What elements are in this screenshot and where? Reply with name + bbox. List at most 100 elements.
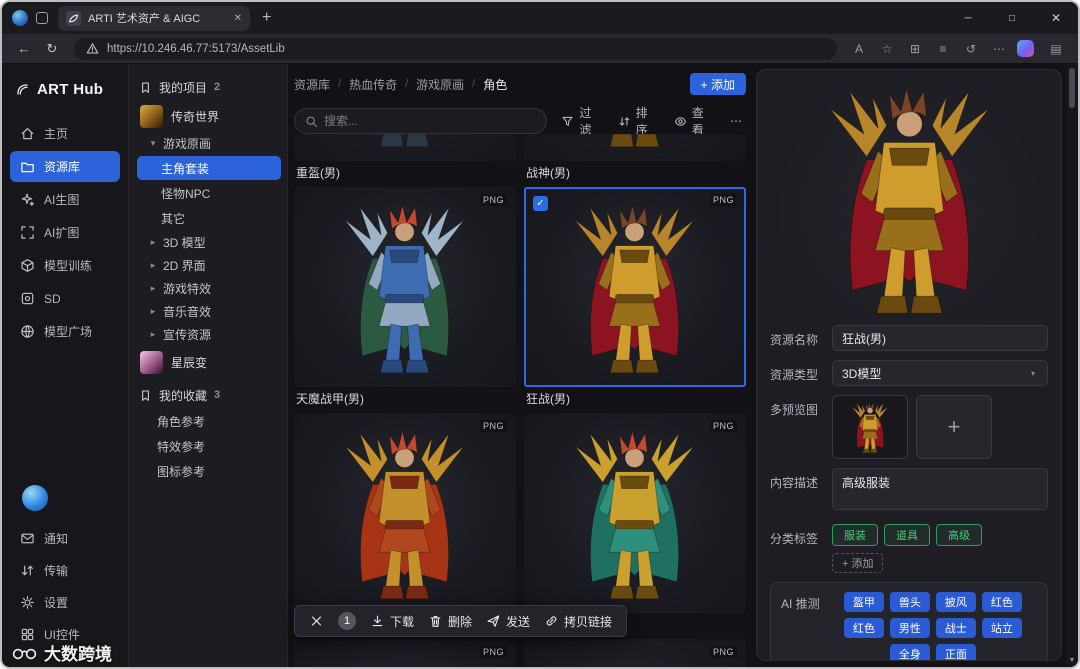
download-button[interactable]: 下载 — [370, 613, 414, 630]
sort-button[interactable]: 排序 — [618, 104, 656, 138]
ai-tag[interactable]: 站立 — [981, 618, 1022, 638]
sidebar-item-ai-image[interactable]: AI生图 — [10, 184, 120, 215]
send-button[interactable]: 发送 — [486, 613, 530, 630]
tree-item-monster-npc[interactable]: 怪物NPC — [137, 181, 281, 205]
sidebar-item-ai-expand[interactable]: AI扩图 — [10, 217, 120, 248]
sidebar-item-sd[interactable]: SD — [10, 283, 120, 314]
ai-tag[interactable]: 兽头 — [889, 592, 930, 612]
tree-item-label: 宣传资源 — [163, 328, 212, 342]
ai-tag[interactable]: 红色 — [843, 618, 884, 638]
favorite-star-icon[interactable]: ☆ — [875, 42, 899, 56]
breadcrumb-item[interactable]: 资源库 — [294, 76, 330, 93]
more-options-icon[interactable]: ⋯ — [730, 114, 742, 128]
asset-card[interactable]: PNG — [294, 413, 516, 635]
tree-group-game-fx[interactable]: ▸ 游戏特效 — [136, 277, 282, 300]
copilot-icon[interactable] — [1017, 40, 1034, 57]
ai-tag[interactable]: 正面 — [935, 644, 976, 660]
browser-tab[interactable]: ARTI 艺术资产 & AIGC ✕ — [58, 5, 250, 31]
scrollbar-thumb[interactable] — [1069, 68, 1075, 108]
tab-title: ARTI 艺术资产 & AIGC — [88, 13, 201, 25]
tree-group-2d-ui[interactable]: ▸ 2D 界面 — [136, 254, 282, 277]
sidebar-item-model-plaza[interactable]: 模型广场 — [10, 316, 120, 347]
maximize-button[interactable]: □ — [990, 2, 1034, 34]
ai-tag[interactable]: 战士 — [935, 618, 976, 638]
sidebar-item-transfer[interactable]: 传输 — [10, 555, 120, 586]
preview-thumbnail-tile[interactable] — [832, 395, 908, 459]
sidebar-item-asset-library[interactable]: 资源库 — [10, 151, 120, 182]
ai-tag[interactable]: 红色 — [981, 592, 1022, 612]
sidebar-item-ui-widgets[interactable]: UI控件 — [10, 619, 120, 650]
category-tag[interactable]: 服装 — [832, 524, 878, 546]
asset-thumbnail — [345, 430, 465, 600]
my-favorites-count: 3 — [214, 389, 221, 401]
scroll-down-arrow-icon[interactable]: ▼ — [1066, 657, 1078, 664]
page-scrollbar[interactable]: ▼ — [1066, 64, 1078, 667]
ai-tag[interactable]: 披风 — [935, 592, 976, 612]
tree-project-legend[interactable]: 传奇世界 — [136, 100, 282, 132]
read-aloud-icon[interactable]: A — [847, 42, 871, 56]
workspaces-icon[interactable] — [36, 12, 48, 24]
plus-icon: + — [947, 414, 961, 439]
category-tag[interactable]: 高级 — [936, 524, 982, 546]
browser-tool-icon[interactable]: ⊞ — [903, 42, 927, 56]
selected-checkbox[interactable]: ✓ — [533, 196, 548, 211]
browser-logo-icon[interactable] — [12, 10, 28, 26]
history-icon[interactable]: ↺ — [959, 42, 983, 56]
tree-item-fx-ref[interactable]: 特效参考 — [137, 434, 281, 458]
ai-tag[interactable]: 盔甲 — [843, 592, 884, 612]
asset-card[interactable]: PNG — [524, 639, 746, 667]
tree-group-audio[interactable]: ▸ 音乐音效 — [136, 300, 282, 323]
tree-item-other[interactable]: 其它 — [137, 206, 281, 230]
sidebar-item-notifications[interactable]: 通知 — [10, 523, 120, 554]
breadcrumb-item[interactable]: 游戏原画 — [416, 76, 464, 93]
collections-icon[interactable]: ≡ — [931, 42, 955, 56]
url-bar[interactable]: https://10.246.46.77:5173/AssetLib — [74, 37, 837, 60]
add-tag-button[interactable]: + 添加 — [832, 553, 884, 573]
user-avatar[interactable] — [22, 485, 48, 511]
add-asset-button[interactable]: + 添加 — [689, 73, 746, 95]
copy-link-button[interactable]: 拷贝链接 — [544, 613, 612, 630]
asset-card-selected[interactable]: ✓ PNG 狂战(男) — [524, 187, 746, 409]
asset-card[interactable]: PNG 战神(男) — [524, 134, 746, 183]
asset-card[interactable]: PNG — [294, 639, 516, 667]
clear-selection-icon[interactable] — [309, 614, 324, 628]
tree-item-label: 其它 — [161, 211, 186, 226]
minimize-button[interactable]: ─ — [946, 2, 990, 34]
tree-project-star[interactable]: 星辰变 — [136, 346, 282, 378]
sidebar-toggle-icon[interactable]: ▤ — [1044, 42, 1068, 56]
sd-card-icon — [20, 291, 35, 306]
add-preview-tile[interactable]: + — [916, 395, 992, 459]
ai-tag[interactable]: 全身 — [889, 644, 930, 660]
description-textarea[interactable]: 高级服装 — [832, 468, 1048, 510]
my-favorites-header[interactable]: 我的收藏 3 — [136, 382, 282, 408]
tree-group-promo[interactable]: ▸ 宣传资源 — [136, 323, 282, 346]
delete-button[interactable]: 删除 — [428, 613, 472, 630]
ai-tag[interactable]: 男性 — [889, 618, 930, 638]
tab-close-icon[interactable]: ✕ — [234, 13, 242, 24]
cube-icon — [20, 258, 35, 273]
asset-card[interactable]: PNG 天魔战甲(男) — [294, 187, 516, 409]
filter-button[interactable]: 过滤 — [561, 104, 599, 138]
tree-item-icon-ref[interactable]: 图标参考 — [137, 459, 281, 483]
breadcrumb-item[interactable]: 热血传奇 — [349, 76, 397, 93]
sidebar-item-home[interactable]: 主页 — [10, 118, 120, 149]
asset-card[interactable]: PNG 重盔(男) — [294, 134, 516, 183]
view-button[interactable]: 查看 — [674, 104, 712, 138]
refresh-icon[interactable]: ↻ — [40, 41, 64, 57]
my-projects-header[interactable]: 我的项目 2 — [136, 74, 282, 100]
sidebar-item-model-training[interactable]: 模型训练 — [10, 250, 120, 281]
sidebar-item-settings[interactable]: 设置 — [10, 587, 120, 618]
category-tag[interactable]: 道具 — [884, 524, 930, 546]
tree-item-character-ref[interactable]: 角色参考 — [137, 409, 281, 433]
resource-type-select[interactable]: 3D模型 ▾ — [832, 360, 1048, 386]
back-icon[interactable]: ← — [12, 41, 36, 56]
new-tab-button[interactable]: + — [262, 9, 271, 27]
resource-name-input[interactable] — [832, 325, 1048, 351]
tree-group-3d-models[interactable]: ▸ 3D 模型 — [136, 231, 282, 254]
tree-item-hero-suits[interactable]: 主角套装 — [137, 156, 281, 180]
asset-card[interactable]: PNG — [524, 413, 746, 635]
more-menu-icon[interactable]: ⋯ — [987, 42, 1011, 56]
search-input[interactable] — [324, 114, 537, 128]
tree-group-game-art[interactable]: ▾ 游戏原画 — [136, 132, 282, 155]
close-button[interactable]: ✕ — [1034, 2, 1078, 34]
